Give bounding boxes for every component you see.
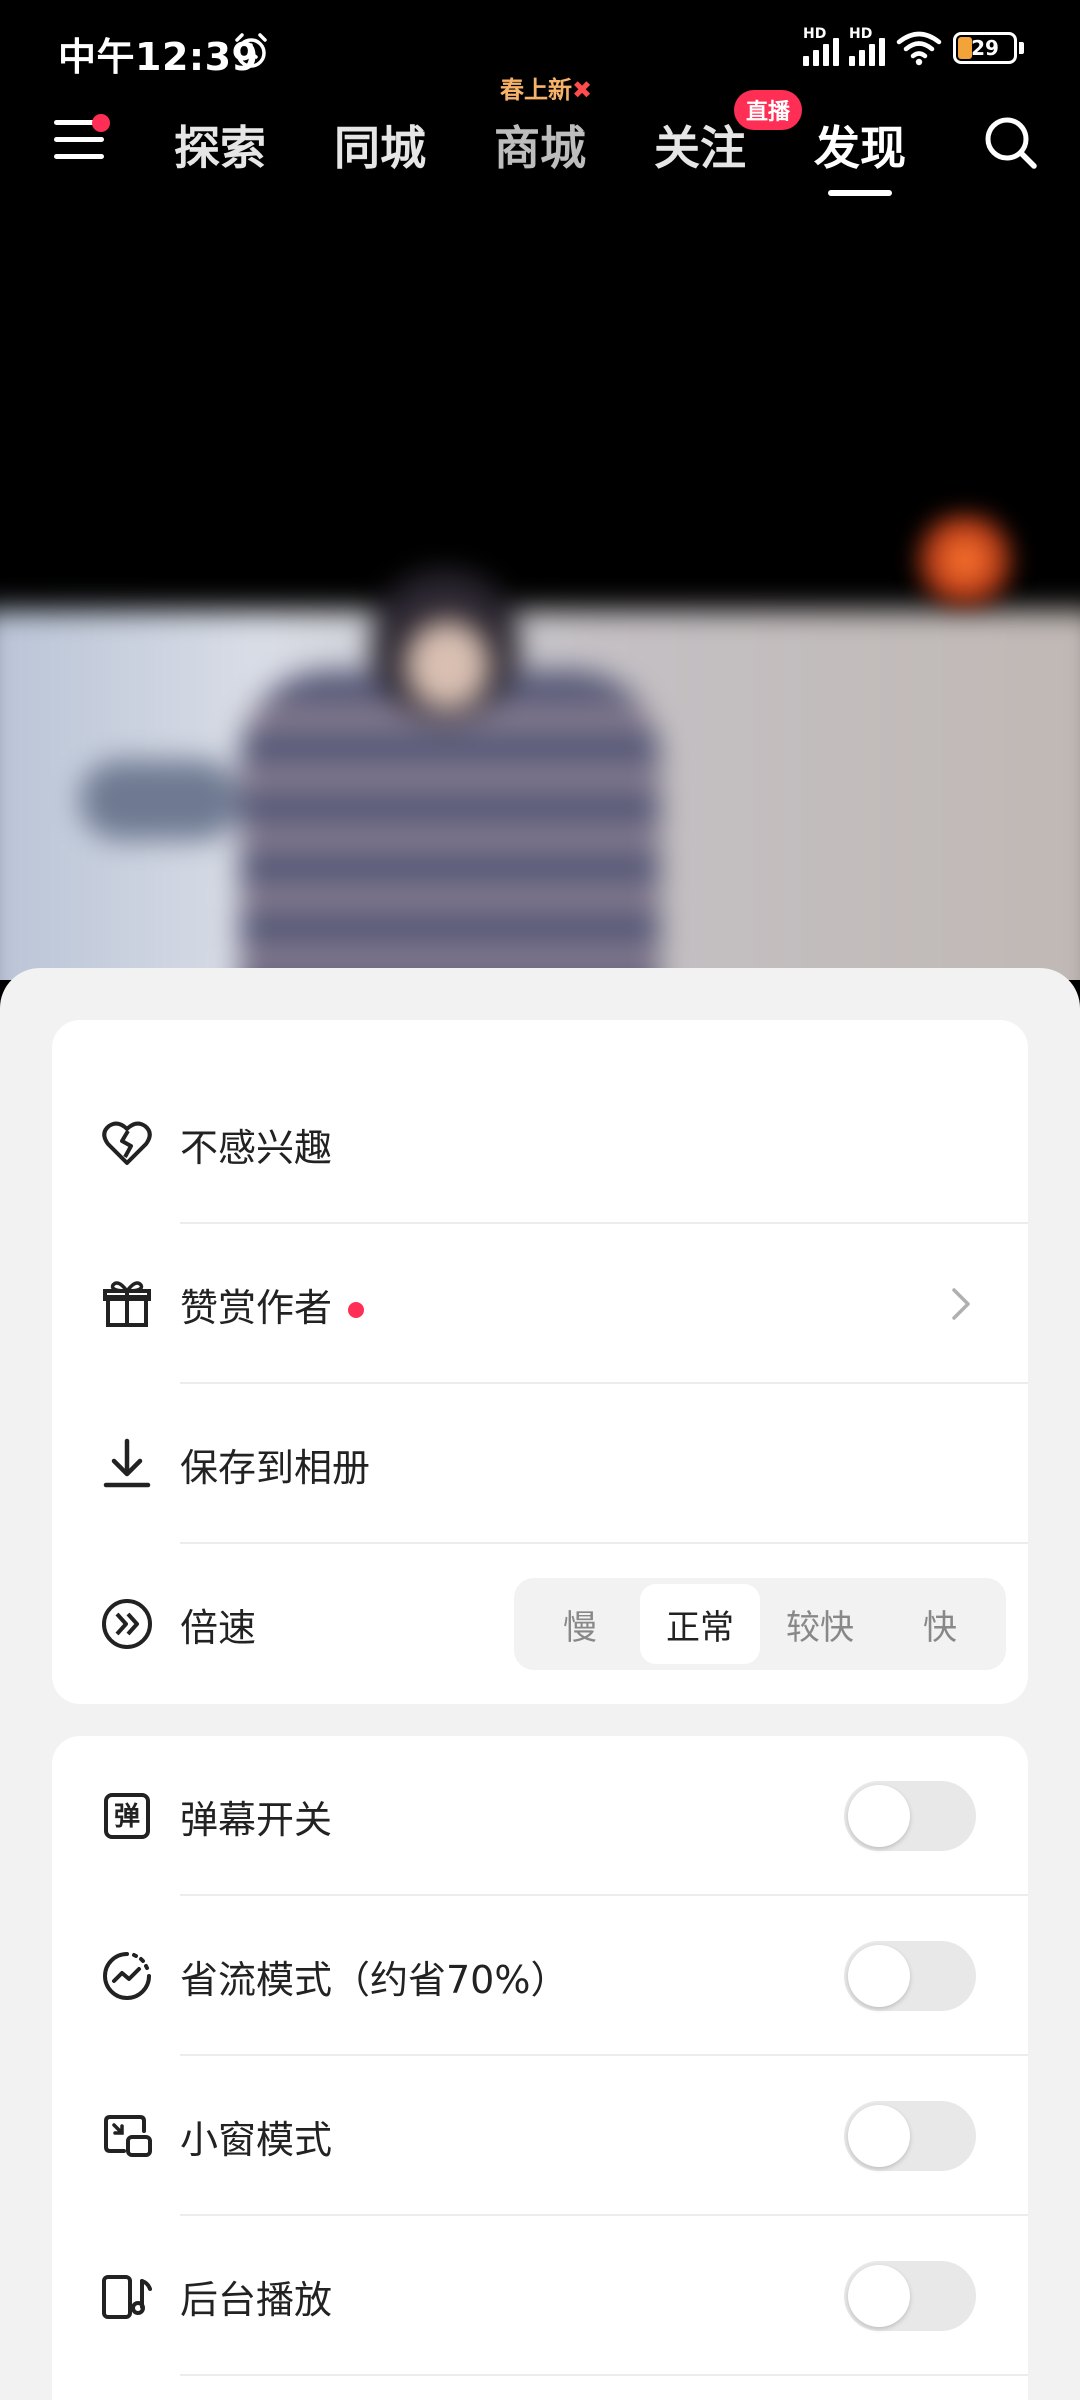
gift-icon bbox=[103, 1281, 151, 1327]
tab-follow[interactable]: 直播 关注 bbox=[654, 90, 802, 178]
background-play-icon bbox=[102, 2275, 152, 2319]
video-frame bbox=[0, 570, 1080, 980]
tab-discover[interactable]: 发现 bbox=[814, 112, 906, 196]
pip-icon bbox=[104, 2115, 152, 2157]
mini-window-row: 小窗模式 bbox=[52, 2056, 1028, 2216]
not-interested-row[interactable]: 不感兴趣 bbox=[52, 1064, 1028, 1224]
svg-text:弹: 弹 bbox=[114, 1802, 140, 1832]
data-saver-row: 省流模式（约省70%） bbox=[52, 1896, 1028, 2056]
live-badge: 直播 bbox=[733, 90, 802, 130]
speed-option-slow[interactable]: 慢 bbox=[520, 1584, 640, 1664]
speed-option-fast[interactable]: 快 bbox=[880, 1584, 1000, 1664]
notification-dot bbox=[92, 114, 110, 132]
data-saver-icon bbox=[103, 1952, 151, 2000]
tab-local[interactable]: 同城 bbox=[334, 112, 426, 178]
video-player[interactable] bbox=[0, 200, 1080, 980]
top-nav: 探索 同城 春上新✖ 商城 直播 关注 发现 bbox=[0, 76, 1080, 200]
battery-icon: 29 bbox=[953, 32, 1017, 64]
alarm-icon bbox=[235, 33, 267, 68]
status-time: 中午12:39 bbox=[58, 35, 259, 79]
chevron-right-icon bbox=[952, 1288, 970, 1320]
playback-speed-row: 倍速 慢 正常 较快 快 bbox=[52, 1544, 1028, 1704]
save-to-album-row[interactable]: 保存到相册 bbox=[52, 1384, 1028, 1544]
settings-group: 弹 弹幕开关 省流模式（约省70%） 小窗模式 后台播放 bbox=[52, 1736, 1028, 2400]
danmaku-toggle-row: 弹 弹幕开关 bbox=[52, 1736, 1028, 1896]
speed-icon bbox=[102, 1599, 152, 1649]
menu-button[interactable] bbox=[54, 114, 110, 166]
more-actions-sheet: 不感兴趣 赞赏作者 保存到相册 倍速 慢 正常 较快 快 弹 弹幕开关 省流模式… bbox=[0, 968, 1080, 2400]
danmaku-icon: 弹 bbox=[104, 1793, 150, 1839]
tab-mall[interactable]: 春上新✖ 商城 bbox=[494, 76, 592, 178]
tip-author-row[interactable]: 赞赏作者 bbox=[52, 1224, 1028, 1384]
mall-note: 春上新✖ bbox=[500, 76, 593, 104]
new-dot bbox=[348, 1302, 365, 1318]
broken-heart-icon bbox=[102, 1121, 152, 1165]
active-tab-indicator bbox=[828, 190, 892, 196]
speed-option-normal[interactable]: 正常 bbox=[640, 1584, 760, 1664]
signal-icon-2: HD bbox=[849, 26, 885, 66]
danmaku-toggle[interactable] bbox=[844, 1781, 976, 1851]
tab-explore[interactable]: 探索 bbox=[174, 112, 266, 178]
background-play-row: 后台播放 bbox=[52, 2216, 1028, 2376]
search-icon[interactable] bbox=[980, 112, 1040, 172]
speed-option-faster[interactable]: 较快 bbox=[760, 1584, 880, 1664]
mini-window-toggle[interactable] bbox=[844, 2101, 976, 2171]
data-saver-toggle[interactable] bbox=[844, 1941, 976, 2011]
wifi-icon bbox=[896, 31, 942, 66]
background-play-toggle[interactable] bbox=[844, 2261, 976, 2331]
download-icon bbox=[103, 1438, 151, 1488]
signal-icon: HD bbox=[803, 26, 839, 66]
speed-selector: 慢 正常 较快 快 bbox=[514, 1578, 1006, 1670]
action-group: 不感兴趣 赞赏作者 保存到相册 倍速 慢 正常 较快 快 bbox=[52, 1020, 1028, 1704]
